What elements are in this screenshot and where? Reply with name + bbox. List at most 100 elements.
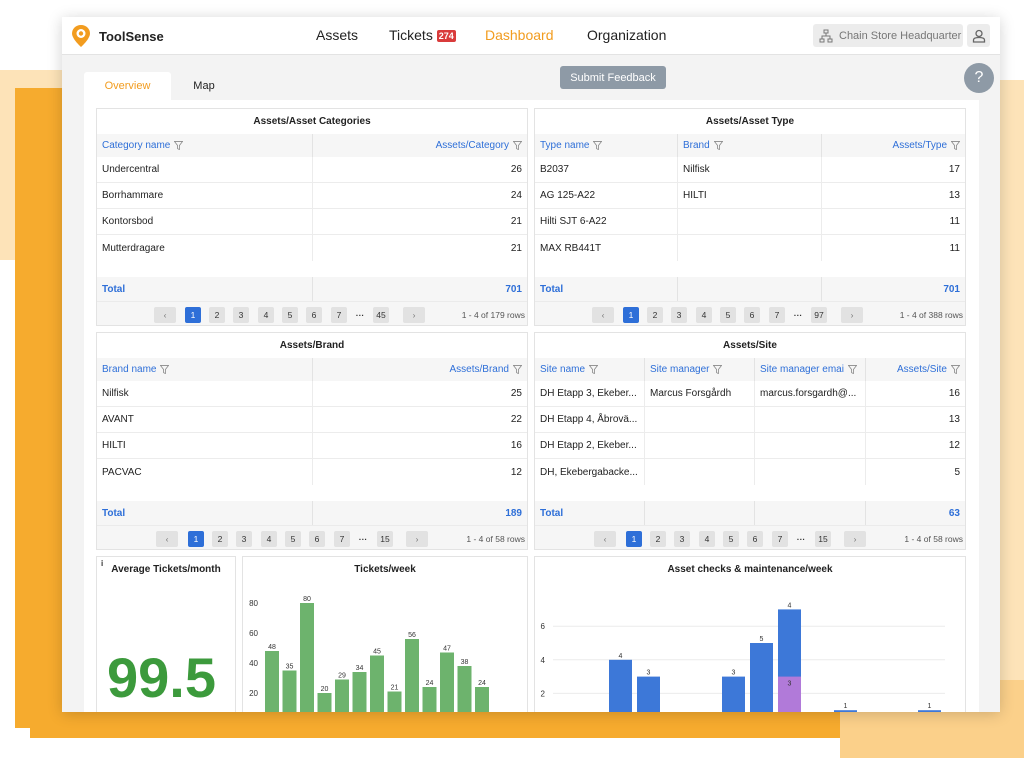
page-button[interactable]: 1 bbox=[185, 307, 201, 323]
dashboard-content: Assets/Asset Categories Category name As… bbox=[84, 100, 979, 712]
next-page-button[interactable]: › bbox=[844, 531, 866, 547]
page-button[interactable]: 3 bbox=[671, 307, 687, 323]
next-page-button[interactable]: › bbox=[406, 531, 428, 547]
next-page-button[interactable]: › bbox=[403, 307, 425, 323]
column-header-assets-site[interactable]: Assets/Site bbox=[866, 358, 965, 381]
page-button[interactable]: 5 bbox=[285, 531, 301, 547]
table-row[interactable]: Kontorsbod 21 bbox=[97, 209, 527, 235]
table-row[interactable]: Nilfisk 25 bbox=[97, 381, 527, 407]
prev-page-button[interactable]: ‹ bbox=[156, 531, 178, 547]
filter-icon[interactable] bbox=[589, 365, 599, 374]
table-row[interactable]: AG 125-A22 HILTI 13 bbox=[535, 183, 965, 209]
column-label: Site manager emai bbox=[760, 364, 844, 375]
tab-overview[interactable]: Overview bbox=[84, 72, 171, 100]
page-button[interactable]: 6 bbox=[306, 307, 322, 323]
page-button[interactable]: 7 bbox=[772, 531, 788, 547]
brand-cell bbox=[678, 235, 822, 261]
prev-page-button[interactable]: ‹ bbox=[594, 531, 616, 547]
bar bbox=[387, 691, 402, 712]
page-button[interactable]: 2 bbox=[209, 307, 225, 323]
page-button[interactable]: 6 bbox=[309, 531, 325, 547]
page-button[interactable]: 2 bbox=[650, 531, 666, 547]
nav-dashboard[interactable]: Dashboard bbox=[485, 27, 554, 43]
filter-icon[interactable] bbox=[160, 365, 170, 374]
next-page-button[interactable]: › bbox=[841, 307, 863, 323]
nav-tickets[interactable]: Tickets 274 bbox=[389, 27, 456, 43]
page-button[interactable]: 3 bbox=[674, 531, 690, 547]
page-button[interactable]: 15 bbox=[815, 531, 831, 547]
table-row[interactable]: HILTI 16 bbox=[97, 433, 527, 459]
page-button[interactable]: 2 bbox=[212, 531, 228, 547]
brand-cell: HILTI bbox=[678, 183, 822, 208]
page-button[interactable]: 6 bbox=[744, 307, 760, 323]
nav-assets[interactable]: Assets bbox=[316, 27, 358, 43]
page-button[interactable]: 1 bbox=[623, 307, 639, 323]
data-label: 56 bbox=[408, 632, 416, 639]
nav-organization[interactable]: Organization bbox=[587, 27, 666, 43]
page-button[interactable]: 7 bbox=[334, 531, 350, 547]
column-header-site-manager-email[interactable]: Site manager emai bbox=[755, 358, 866, 381]
table-row[interactable]: DH Etapp 2, Ekeber... 12 bbox=[535, 433, 965, 459]
page-button[interactable]: 4 bbox=[696, 307, 712, 323]
page-button[interactable]: 3 bbox=[236, 531, 252, 547]
table-row[interactable]: MAX RB441T 11 bbox=[535, 235, 965, 261]
page-button[interactable]: 5 bbox=[282, 307, 298, 323]
column-header-brand[interactable]: Brand bbox=[678, 134, 822, 157]
page-button[interactable]: 45 bbox=[373, 307, 389, 323]
table-row[interactable]: DH Etapp 3, Ekeber... Marcus Forsgårdh mar… bbox=[535, 381, 965, 407]
page-button[interactable]: 15 bbox=[377, 531, 393, 547]
organization-selector[interactable]: Chain Store Headquarter bbox=[813, 24, 963, 47]
filter-icon[interactable] bbox=[174, 141, 184, 150]
table-row[interactable]: AVANT 22 bbox=[97, 407, 527, 433]
category-name-cell: Undercentral bbox=[97, 157, 313, 182]
prev-page-button[interactable]: ‹ bbox=[592, 307, 614, 323]
data-label: 80 bbox=[303, 596, 311, 603]
page-button[interactable]: 2 bbox=[647, 307, 663, 323]
page-button[interactable]: 4 bbox=[261, 531, 277, 547]
column-header-assets-type[interactable]: Assets/Type bbox=[822, 134, 965, 157]
page-button[interactable]: 6 bbox=[747, 531, 763, 547]
filter-icon[interactable] bbox=[951, 141, 960, 150]
table-row[interactable]: PACVAC 12 bbox=[97, 459, 527, 485]
column-header-assets-brand[interactable]: Assets/Brand bbox=[313, 358, 527, 381]
page-button[interactable]: 7 bbox=[331, 307, 347, 323]
type-name-cell: AG 125-A22 bbox=[535, 183, 678, 208]
table-row[interactable]: DH Etapp 4, Åbrovä... 13 bbox=[535, 407, 965, 433]
table-row[interactable]: Undercentral 26 bbox=[97, 157, 527, 183]
info-icon[interactable]: i bbox=[101, 559, 103, 568]
table-row[interactable]: DH, Ekebergabacke... 5 bbox=[535, 459, 965, 485]
page-button[interactable]: 4 bbox=[258, 307, 274, 323]
help-button[interactable]: ? bbox=[964, 63, 994, 93]
filter-icon[interactable] bbox=[513, 365, 522, 374]
page-button[interactable]: 97 bbox=[811, 307, 827, 323]
page-button[interactable]: 1 bbox=[188, 531, 204, 547]
page-button[interactable]: 5 bbox=[723, 531, 739, 547]
column-header-category-name[interactable]: Category name bbox=[97, 134, 313, 157]
page-button[interactable]: 5 bbox=[720, 307, 736, 323]
filter-icon[interactable] bbox=[713, 365, 723, 374]
column-header-type-name[interactable]: Type name bbox=[535, 134, 678, 157]
page-button[interactable]: 7 bbox=[769, 307, 785, 323]
table-row[interactable]: Hilti SJT 6-A22 11 bbox=[535, 209, 965, 235]
filter-icon[interactable] bbox=[847, 365, 857, 374]
table-row[interactable]: Borrhammare 24 bbox=[97, 183, 527, 209]
table-row[interactable]: B2037 Nilfisk 17 bbox=[535, 157, 965, 183]
filter-icon[interactable] bbox=[951, 365, 960, 374]
column-header-site-name[interactable]: Site name bbox=[535, 358, 645, 381]
filter-icon[interactable] bbox=[713, 141, 723, 150]
page-button[interactable]: 1 bbox=[626, 531, 642, 547]
filter-icon[interactable] bbox=[593, 141, 603, 150]
user-menu-button[interactable] bbox=[967, 24, 990, 47]
column-header-brand-name[interactable]: Brand name bbox=[97, 358, 313, 381]
submit-feedback-button[interactable]: Submit Feedback bbox=[560, 66, 666, 89]
prev-page-button[interactable]: ‹ bbox=[154, 307, 176, 323]
page-button[interactable]: 3 bbox=[233, 307, 249, 323]
column-header-site-manager[interactable]: Site manager bbox=[645, 358, 755, 381]
total-row: Total 701 bbox=[535, 277, 965, 301]
filter-icon[interactable] bbox=[513, 141, 522, 150]
page-button[interactable]: 4 bbox=[699, 531, 715, 547]
column-header-assets-category[interactable]: Assets/Category bbox=[313, 134, 527, 157]
logo[interactable]: ToolSense bbox=[71, 24, 164, 48]
tab-map[interactable]: Map bbox=[174, 72, 234, 100]
table-row[interactable]: Mutterdragare 21 bbox=[97, 235, 527, 261]
